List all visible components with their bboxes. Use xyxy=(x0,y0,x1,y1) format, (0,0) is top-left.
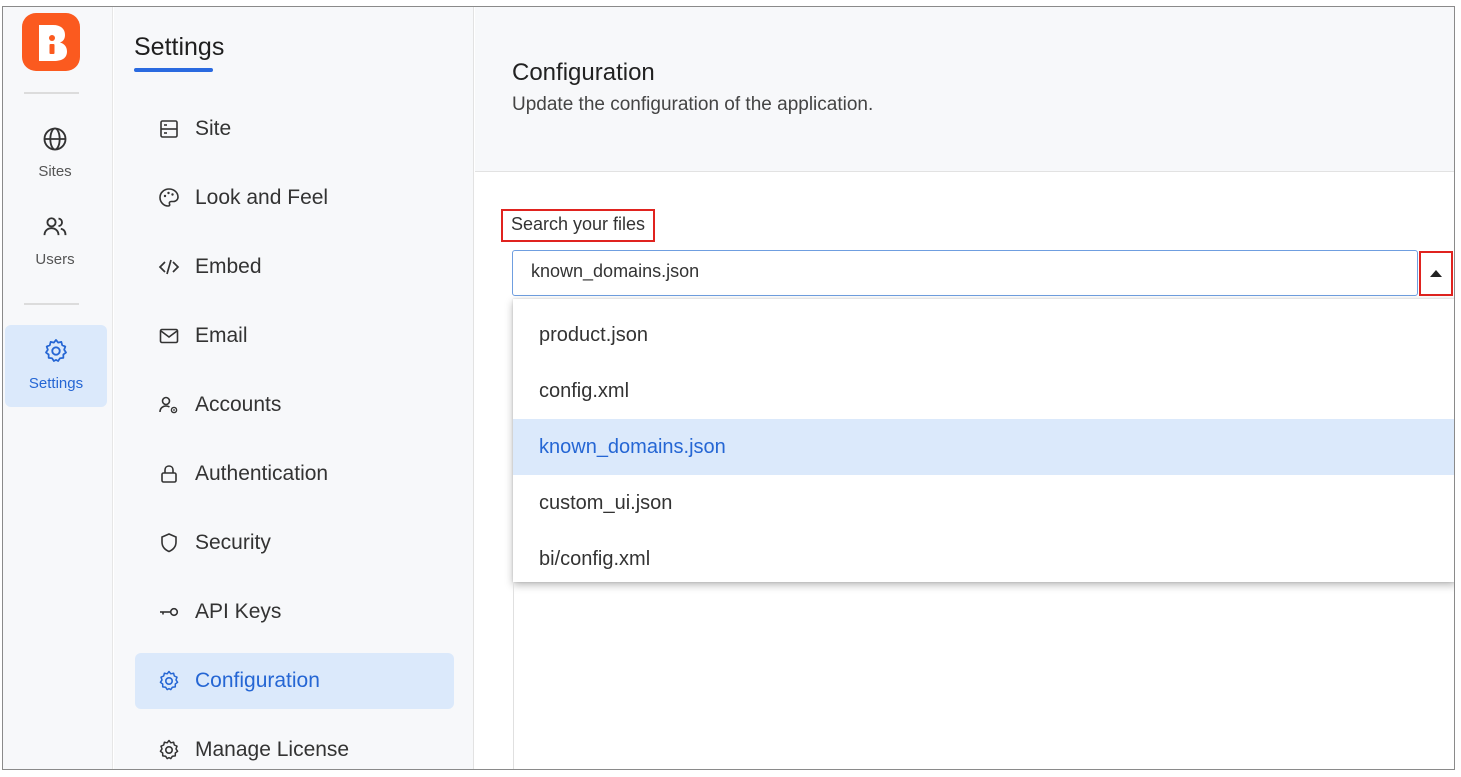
sidebar-item-configuration[interactable]: Configuration xyxy=(135,653,454,709)
dropdown-option-bi-config-xml[interactable]: bi/config.xml xyxy=(513,531,1454,587)
gear-icon xyxy=(159,670,179,691)
caret-up-icon xyxy=(1430,270,1442,277)
sidebar-title: Settings xyxy=(134,33,225,61)
logo-icon xyxy=(39,25,67,61)
sidebar-item-label: API Keys xyxy=(195,600,282,623)
sidebar-item-authentication[interactable]: Authentication xyxy=(135,446,454,502)
sidebar-item-email[interactable]: Email xyxy=(135,308,454,364)
sidebar-item-manage-license[interactable]: Manage License xyxy=(135,722,454,769)
icon-rail: Sites Users Settings xyxy=(3,7,113,769)
file-search-input[interactable]: known_domains.json xyxy=(512,250,1418,296)
selected-value: known_domains.json xyxy=(531,261,700,281)
sidebar-title-underline xyxy=(134,68,213,72)
search-files-label: Search your files xyxy=(501,209,656,242)
main-content: Configuration Update the configuration o… xyxy=(475,7,1454,769)
sidebar-item-label: Look and Feel xyxy=(195,186,329,209)
sidebar-item-label: Email xyxy=(195,324,248,347)
rail-item-users[interactable]: Users xyxy=(3,213,107,268)
user-gear-icon xyxy=(159,396,178,414)
sidebar-item-label: Configuration xyxy=(195,669,320,692)
users-icon xyxy=(43,217,67,236)
brand-logo[interactable] xyxy=(22,13,80,71)
dropdown-option-config-xml[interactable]: config.xml xyxy=(513,363,1454,419)
lock-icon xyxy=(161,465,177,483)
dropdown-option-product-json[interactable]: product.json xyxy=(513,307,1454,363)
option-label: bi/config.xml xyxy=(539,547,651,570)
option-label: product.json xyxy=(539,323,648,346)
sidebar-item-security[interactable]: Security xyxy=(135,515,454,571)
rail-item-sites[interactable]: Sites xyxy=(3,125,107,180)
field-label-text: Search your files xyxy=(511,214,646,234)
rail-item-label: Settings xyxy=(28,375,84,392)
settings-sidebar: Settings Site Look and Feel Embed Email … xyxy=(114,7,474,769)
file-options-dropdown: product.json config.xml known_domains.js… xyxy=(513,299,1454,582)
editor-panel-border xyxy=(513,582,514,769)
gear-icon xyxy=(159,739,179,760)
sidebar-item-embed[interactable]: Embed xyxy=(135,239,454,295)
sidebar-item-accounts[interactable]: Accounts xyxy=(135,377,454,433)
sidebar-item-api-keys[interactable]: API Keys xyxy=(135,584,454,640)
gear-icon xyxy=(45,339,67,362)
app-window: Sites Users Settings Settings Site Look … xyxy=(2,6,1455,770)
shield-icon xyxy=(161,533,177,553)
sidebar-item-label: Manage License xyxy=(195,738,350,761)
sidebar-item-look-and-feel[interactable]: Look and Feel xyxy=(135,170,454,226)
rail-item-label: Users xyxy=(35,251,75,268)
option-label: known_domains.json xyxy=(539,435,726,458)
dropdown-option-custom-ui-json[interactable]: custom_ui.json xyxy=(513,475,1454,531)
page-description: Update the configuration of the applicat… xyxy=(512,94,874,115)
globe-icon xyxy=(43,127,67,151)
page-title: Configuration xyxy=(512,59,655,86)
sidebar-item-site[interactable]: Site xyxy=(135,101,454,157)
sidebar-item-label: Embed xyxy=(195,255,262,278)
sidebar-item-label: Accounts xyxy=(195,393,282,416)
option-label: config.xml xyxy=(539,379,630,402)
server-icon xyxy=(160,120,178,138)
sidebar-item-label: Site xyxy=(195,117,232,140)
palette-icon xyxy=(159,188,179,207)
dropdown-option-known-domains-json[interactable]: known_domains.json xyxy=(513,419,1454,475)
rail-item-settings[interactable]: Settings xyxy=(5,325,107,407)
page-header: Configuration Update the configuration o… xyxy=(475,7,1454,172)
sidebar-item-label: Authentication xyxy=(195,462,329,485)
option-label: custom_ui.json xyxy=(539,491,673,514)
rail-divider xyxy=(24,92,79,94)
mail-icon xyxy=(159,328,179,344)
sidebar-item-label: Security xyxy=(195,531,271,554)
dropdown-toggle-button[interactable] xyxy=(1419,251,1453,296)
code-icon xyxy=(158,259,180,275)
rail-divider xyxy=(24,303,79,305)
key-icon xyxy=(160,607,179,617)
rail-item-label: Sites xyxy=(38,163,72,180)
